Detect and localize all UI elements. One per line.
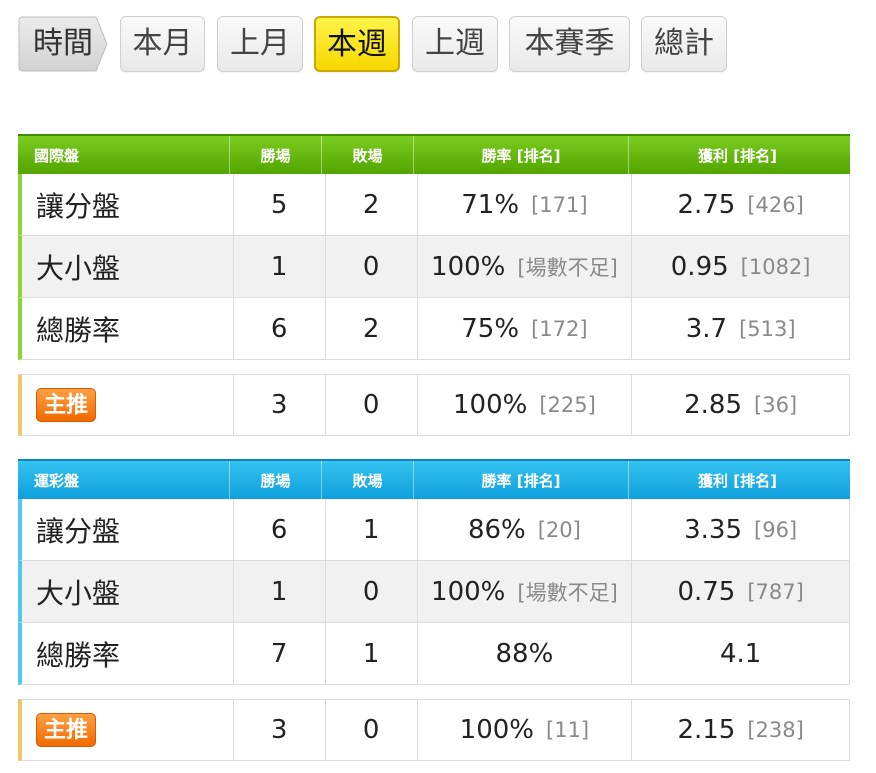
row-win-rate: 100% [11] <box>418 700 633 760</box>
tab-this-week[interactable]: 本週 <box>314 16 400 72</box>
row-wins: 6 <box>234 298 326 359</box>
row-wins: 5 <box>234 174 326 235</box>
row-wins: 3 <box>234 700 326 760</box>
header-title: 國際盤 <box>18 136 230 174</box>
row-win-rate: 86% [20] <box>418 499 633 560</box>
row-profit: 0.95 [1082] <box>670 251 811 282</box>
row-losses: 1 <box>326 623 418 684</box>
header-profit: 獲利 [排名] <box>698 146 777 165</box>
row-name: 大小盤 <box>22 236 234 297</box>
table-row: 讓分盤 5 2 71% [171] 2.75 [426] <box>18 174 850 236</box>
table-row: 總勝率 6 2 75% [172] 3.7 [513] <box>18 298 850 360</box>
rate-rank: [11] <box>546 718 590 742</box>
row-losses: 0 <box>326 236 418 297</box>
row-name: 總勝率 <box>22 623 234 684</box>
international-odds-table: 國際盤 勝場 敗場 勝率 [排名] 獲利 [排名] 讓分盤 5 2 71% [17… <box>18 134 850 438</box>
row-win-rate: 100% [場數不足] <box>418 561 633 622</box>
featured-pick-row: 主推 3 0 100% [11] 2.15 [238] <box>18 699 850 761</box>
time-label: 時間 <box>18 16 108 72</box>
profit-rank: [36] <box>754 393 798 417</box>
row-profit: 0.75 [787] <box>677 576 804 607</box>
tab-this-season[interactable]: 本賽季 <box>509 16 630 72</box>
tab-this-month[interactable]: 本月 <box>120 16 205 72</box>
row-name: 大小盤 <box>22 561 234 622</box>
row-losses: 0 <box>326 561 418 622</box>
row-win-rate: 100% [場數不足] <box>418 236 633 297</box>
header-profit: 獲利 [排名] <box>698 471 777 490</box>
rate-rank: [場數不足] <box>517 255 618 280</box>
row-wins: 6 <box>234 499 326 560</box>
rate-rank: [172] <box>531 316 588 341</box>
profit-rank: [238] <box>747 718 804 742</box>
header-losses: 敗場 <box>322 136 414 174</box>
table-row: 讓分盤 6 1 86% [20] 3.35 [96] <box>18 499 850 561</box>
row-profit: 3.7 [513] <box>685 313 796 344</box>
row-win-rate: 71% [171] <box>418 174 633 235</box>
row-profit: 4.1 <box>719 638 762 669</box>
row-profit: 2.15 [238] <box>677 715 804 745</box>
tab-last-month[interactable]: 上月 <box>217 16 303 72</box>
tab-last-week[interactable]: 上週 <box>412 16 498 72</box>
row-wins: 7 <box>234 623 326 684</box>
header-win-rate: 勝率 [排名] <box>414 461 629 499</box>
row-losses: 0 <box>326 700 418 760</box>
table-row: 大小盤 1 0 100% [場數不足] 0.95 [1082] <box>18 236 850 298</box>
row-losses: 2 <box>326 298 418 359</box>
header-title: 運彩盤 <box>18 461 230 499</box>
row-name: 總勝率 <box>22 298 234 359</box>
row-name: 主推 <box>22 700 234 760</box>
featured-pick-row: 主推 3 0 100% [225] 2.85 [36] <box>18 374 850 436</box>
profit-rank: [787] <box>747 579 804 604</box>
profit-rank: [426] <box>747 192 804 217</box>
row-profit: 3.35 [96] <box>684 514 798 545</box>
row-win-rate: 75% [172] <box>418 298 633 359</box>
featured-badge: 主推 <box>36 713 97 747</box>
profit-rank: [1082] <box>740 254 811 279</box>
time-filter-tabs: 時間 本月 上月 本週 上週 本賽季 總計 <box>18 16 738 72</box>
row-profit: 2.85 [36] <box>684 390 798 420</box>
row-name: 讓分盤 <box>22 174 234 235</box>
sports-lottery-odds-table: 運彩盤 勝場 敗場 勝率 [排名] 獲利 [排名] 讓分盤 6 1 86% [20… <box>18 459 850 763</box>
profit-rank: [513] <box>739 316 796 341</box>
table-header: 國際盤 勝場 敗場 勝率 [排名] 獲利 [排名] <box>18 134 850 174</box>
header-losses: 敗場 <box>322 461 414 499</box>
header-wins: 勝場 <box>230 136 322 174</box>
header-win-rate: 勝率 [排名] <box>414 136 629 174</box>
row-wins: 3 <box>234 375 326 435</box>
table-header: 運彩盤 勝場 敗場 勝率 [排名] 獲利 [排名] <box>18 459 850 499</box>
profit-rank: [96] <box>754 517 798 542</box>
row-profit: 2.75 [426] <box>677 189 804 220</box>
row-name: 主推 <box>22 375 234 435</box>
featured-badge: 主推 <box>36 388 97 422</box>
row-losses: 1 <box>326 499 418 560</box>
row-name: 讓分盤 <box>22 499 234 560</box>
row-win-rate: 88% <box>418 623 633 684</box>
rate-rank: [20] <box>537 517 581 542</box>
tab-total[interactable]: 總計 <box>641 16 727 72</box>
row-win-rate: 100% [225] <box>418 375 633 435</box>
rate-rank: [225] <box>539 393 596 417</box>
rate-rank: [171] <box>531 192 588 217</box>
row-losses: 2 <box>326 174 418 235</box>
table-row: 大小盤 1 0 100% [場數不足] 0.75 [787] <box>18 561 850 623</box>
rate-rank: [場數不足] <box>517 580 618 605</box>
row-wins: 1 <box>234 236 326 297</box>
row-losses: 0 <box>326 375 418 435</box>
table-row: 總勝率 7 1 88% 4.1 <box>18 623 850 685</box>
row-wins: 1 <box>234 561 326 622</box>
header-wins: 勝場 <box>230 461 322 499</box>
